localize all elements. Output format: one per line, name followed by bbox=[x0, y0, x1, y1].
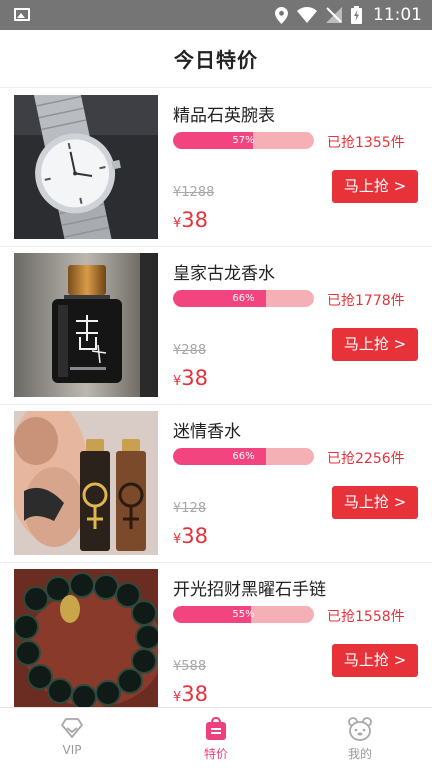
sale-progress-bar: 55% bbox=[173, 606, 314, 623]
sale-price: ¥38 bbox=[173, 208, 208, 232]
diamond-icon bbox=[61, 718, 83, 738]
original-price: ¥588 bbox=[173, 659, 207, 674]
clock: 11:01 bbox=[373, 5, 422, 25]
tab-label: 特价 bbox=[203, 747, 228, 761]
sale-progress-bar: 57% bbox=[173, 132, 314, 149]
product-list[interactable]: 精品石英腕表 57% 已抢1355件 ¥1288 ¥38 马上抢 > 皇家古龙香… bbox=[0, 89, 432, 707]
buy-now-button[interactable]: 马上抢 > bbox=[332, 486, 418, 519]
location-icon bbox=[275, 6, 288, 24]
price-value: 38 bbox=[181, 208, 209, 232]
tab-mine[interactable]: 我的 bbox=[288, 708, 432, 768]
progress-label: 66% bbox=[232, 451, 255, 462]
tab-label: VIP bbox=[62, 743, 82, 757]
tab-vip[interactable]: VIP bbox=[0, 708, 144, 768]
tab-label: 我的 bbox=[347, 747, 372, 761]
sale-progress-bar: 66% bbox=[173, 290, 314, 307]
buy-now-button[interactable]: 马上抢 > bbox=[332, 644, 418, 677]
page-title: 今日特价 bbox=[174, 48, 258, 72]
sold-count: 已抢2256件 bbox=[327, 451, 405, 467]
progress-label: 55% bbox=[232, 609, 255, 620]
wifi-icon bbox=[297, 7, 317, 23]
sale-progress-bar: 66% bbox=[173, 448, 314, 465]
product-name[interactable]: 迷情香水 bbox=[173, 417, 241, 442]
perfume-image[interactable] bbox=[14, 253, 158, 397]
progress-label: 66% bbox=[232, 293, 255, 304]
sale-price: ¥38 bbox=[173, 524, 208, 548]
bear-face-icon bbox=[348, 717, 372, 741]
product-name[interactable]: 开光招财黑曜石手链 bbox=[173, 575, 326, 600]
price-value: 38 bbox=[181, 524, 209, 548]
image-notification-icon bbox=[14, 8, 30, 21]
product-card[interactable]: 开光招财黑曜石手链 55% 已抢1558件 ¥588 ¥38 马上抢 > bbox=[0, 563, 432, 707]
original-price: ¥288 bbox=[173, 343, 207, 358]
title-bar: 今日特价 bbox=[0, 30, 432, 88]
status-icons: 11:01 bbox=[275, 0, 422, 30]
product-card[interactable]: 皇家古龙香水 66% 已抢1778件 ¥288 ¥38 马上抢 > bbox=[0, 247, 432, 405]
product-card[interactable]: 精品石英腕表 57% 已抢1355件 ¥1288 ¥38 马上抢 > bbox=[0, 89, 432, 247]
sale-price: ¥38 bbox=[173, 366, 208, 390]
sale-price: ¥38 bbox=[173, 682, 208, 706]
product-card[interactable]: 迷情香水 66% 已抢2256件 ¥128 ¥38 马上抢 > bbox=[0, 405, 432, 563]
bottom-tab-bar: VIP 特价 我的 bbox=[0, 707, 432, 768]
sold-count: 已抢1778件 bbox=[327, 293, 405, 309]
buy-now-button[interactable]: 马上抢 > bbox=[332, 328, 418, 361]
shopping-bag-icon bbox=[206, 717, 226, 740]
price-value: 38 bbox=[181, 366, 209, 390]
progress-label: 57% bbox=[232, 135, 255, 146]
status-bar: 11:01 bbox=[0, 0, 432, 30]
watch-image[interactable] bbox=[14, 95, 158, 239]
sold-count: 已抢1558件 bbox=[327, 609, 405, 625]
buy-now-button[interactable]: 马上抢 > bbox=[332, 170, 418, 203]
original-price: ¥128 bbox=[173, 501, 207, 516]
battery-charging-icon bbox=[351, 6, 362, 24]
original-price: ¥1288 bbox=[173, 185, 215, 200]
bracelet-image[interactable] bbox=[14, 569, 158, 707]
product-name[interactable]: 精品石英腕表 bbox=[173, 101, 275, 126]
tab-special-offer[interactable]: 特价 bbox=[144, 708, 288, 768]
price-value: 38 bbox=[181, 682, 209, 706]
no-signal-icon bbox=[326, 7, 342, 23]
sold-count: 已抢1355件 bbox=[327, 135, 405, 151]
couple-perfume-image[interactable] bbox=[14, 411, 158, 555]
product-name[interactable]: 皇家古龙香水 bbox=[173, 259, 275, 284]
